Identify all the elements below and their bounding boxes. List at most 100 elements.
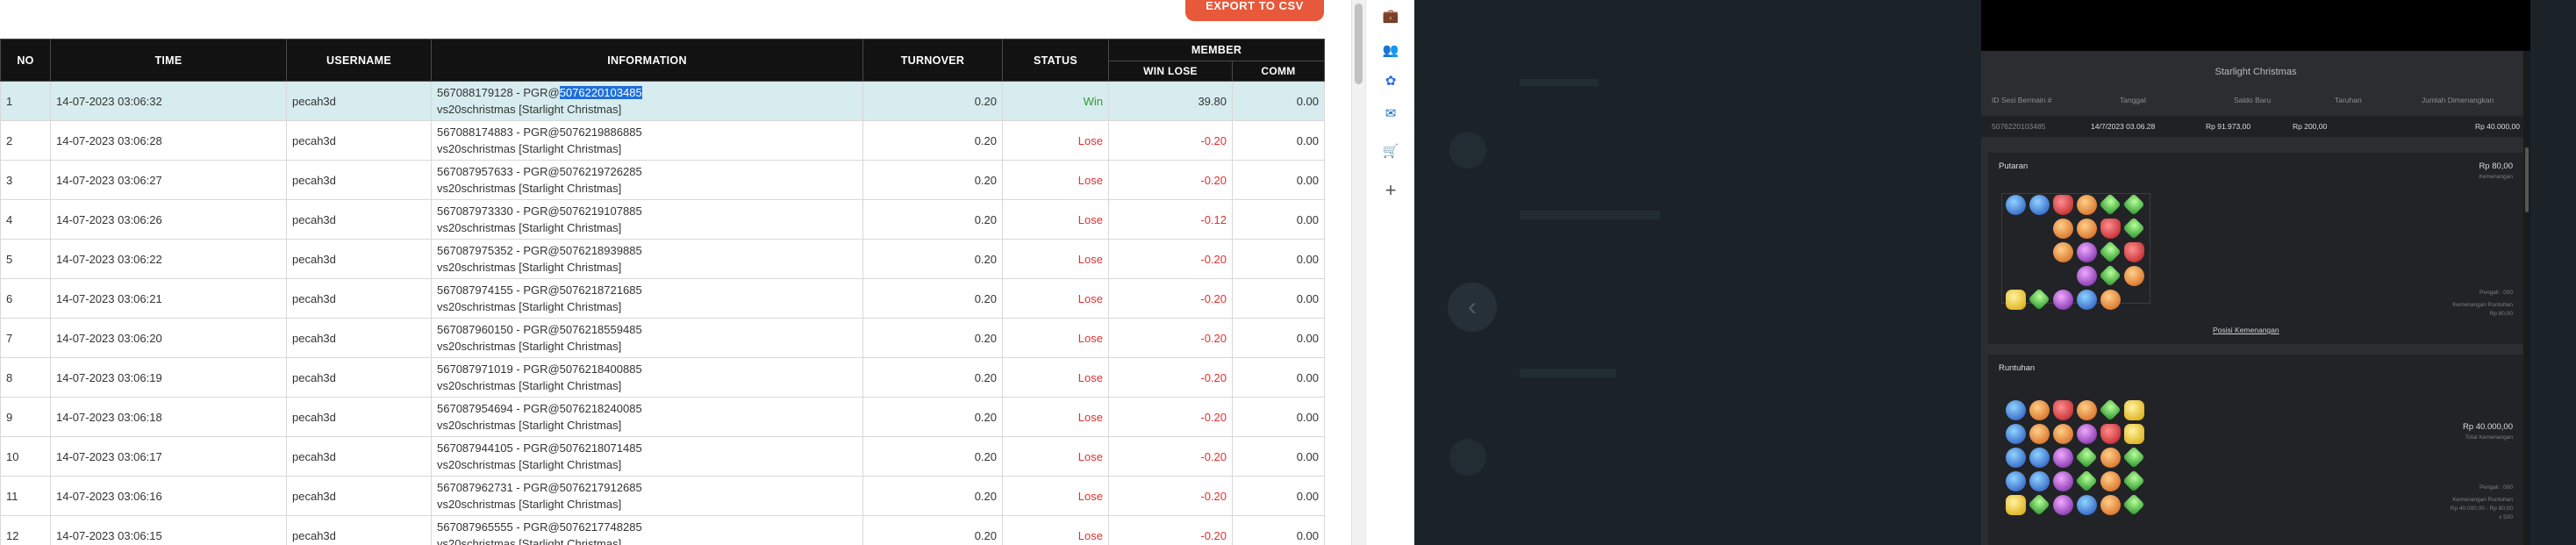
session-id: 5076220103485 (1992, 122, 2046, 131)
cell-turnover: 0.20 (862, 199, 1003, 240)
info-transaction-text: 567087965555 - PGR@5076217748285 (437, 520, 642, 534)
gem-symbol-icon (2077, 242, 2097, 262)
bet-report-table: NO TIME USERNAME INFORMATION TURNOVER ST… (0, 38, 1326, 545)
cell-status: Lose (1002, 476, 1109, 516)
spin-title: Putaran (1999, 161, 2029, 171)
cell-information: 567088174883 - PGR@5076219886885 vs20schr… (431, 120, 863, 161)
col-date: Tanggal (2120, 96, 2146, 104)
background-placeholder (1520, 79, 1599, 86)
modal-scrollbar[interactable] (2523, 51, 2530, 545)
table-row[interactable]: 9 14-07-2023 03:06:18 pecah3d 567087954694 … (0, 397, 1326, 437)
gem-symbol-icon (2122, 470, 2145, 492)
sidebar-rail: 💼 👥 ✿ ✉ 🛒 + (1365, 0, 1414, 545)
spin-amount: Rp 80,00 (2479, 161, 2513, 171)
outlook-icon[interactable]: ✉ (1382, 104, 1399, 122)
cell-comm: 0.00 (1231, 357, 1326, 398)
game-title: Starlight Christmas (2215, 67, 2297, 77)
gem-symbol-icon (2122, 193, 2145, 216)
info-game: vs20schristmas [Starlight Christmas] (437, 379, 622, 392)
gem-symbol-icon (2075, 470, 2098, 492)
cell-no: 2 (0, 120, 51, 161)
info-game: vs20schristmas [Starlight Christmas] (437, 103, 622, 116)
back-arrow-icon[interactable]: ‹ (1448, 283, 1497, 332)
cell-username: pecah3d (286, 515, 432, 545)
gem-symbol-icon (2100, 448, 2121, 468)
gem-symbol-icon (2053, 242, 2073, 262)
cell-information: 567087975352 - PGR@5076218939885 vs20schr… (431, 239, 863, 279)
gem-symbol-icon (2029, 219, 2050, 239)
cell-username: pecah3d (286, 199, 432, 240)
gem-symbol-icon (2006, 290, 2026, 310)
tumble-section: Runtuhan Rp 40.000,00 Total Kemenangan P… (1988, 355, 2523, 545)
gem-symbol-icon (2124, 266, 2144, 286)
table-row[interactable]: 12 14-07-2023 03:06:15 pecah3d 567087965555… (0, 515, 1326, 545)
gem-symbol-icon (2006, 495, 2026, 515)
cell-win-lose: -0.20 (1108, 436, 1233, 477)
cell-time: 14-07-2023 03:06:21 (50, 278, 287, 319)
report-scrollbar-thumb[interactable] (1355, 4, 1363, 84)
shopping-icon[interactable]: 🛒 (1382, 142, 1399, 160)
col-header-status[interactable]: STATUS (1002, 39, 1109, 82)
cell-status: Lose (1002, 515, 1109, 545)
gem-symbol-icon (2124, 400, 2144, 420)
cell-turnover: 0.20 (862, 160, 1003, 200)
table-row[interactable]: 7 14-07-2023 03:06:20 pecah3d 567087960150 … (0, 318, 1326, 358)
cell-time: 14-07-2023 03:06:32 (50, 81, 287, 121)
report-scrollbar[interactable] (1351, 0, 1365, 545)
table-row[interactable]: 1 14-07-2023 03:06:32 pecah3d 567088179128 … (0, 81, 1326, 121)
table-row[interactable]: 3 14-07-2023 03:06:27 pecah3d 567087957633 … (0, 160, 1326, 200)
table-row[interactable]: 6 14-07-2023 03:06:21 pecah3d 567087974155 … (0, 278, 1326, 319)
table-row[interactable]: 10 14-07-2023 03:06:17 pecah3d 567087944105… (0, 436, 1326, 477)
tumble-multiplier: Pengali : 000 (2479, 484, 2513, 491)
spin-cascade-value: Rp 80,00 (2489, 311, 2513, 317)
gem-symbol-icon (2053, 195, 2073, 215)
export-csv-button[interactable]: EXPORT TO CSV (1185, 0, 1324, 21)
info-game: vs20schristmas [Starlight Christmas] (437, 182, 622, 195)
cell-win-lose: -0.20 (1108, 515, 1233, 545)
info-transaction-text: 567087954694 - PGR@5076218240085 (437, 402, 642, 415)
cell-time: 14-07-2023 03:06:27 (50, 160, 287, 200)
gem-symbol-icon (2122, 493, 2145, 516)
gem-symbol-icon (2053, 400, 2073, 420)
col-header-win-lose[interactable]: WIN LOSE (1108, 61, 1233, 82)
cell-comm: 0.00 (1231, 278, 1326, 319)
cell-turnover: 0.20 (862, 515, 1003, 545)
table-row[interactable]: 5 14-07-2023 03:06:22 pecah3d 567087975352 … (0, 239, 1326, 279)
people-icon[interactable]: 👥 (1382, 41, 1399, 59)
gem-symbol-icon (2124, 424, 2144, 444)
col-header-no[interactable]: NO (0, 39, 51, 82)
table-row[interactable]: 8 14-07-2023 03:06:19 pecah3d 567087971019 … (0, 357, 1326, 398)
cell-no: 4 (0, 199, 51, 240)
winning-positions-link[interactable]: Posisi Kemenangan (2213, 326, 2279, 334)
info-transaction-text: 567088179128 - PGR@ (437, 86, 560, 99)
copilot-icon[interactable]: ✿ (1382, 72, 1399, 90)
plus-icon[interactable]: + (1382, 179, 1399, 201)
table-row[interactable]: 11 14-07-2023 03:06:16 pecah3d 567087962731… (0, 476, 1326, 516)
col-header-time[interactable]: TIME (50, 39, 287, 82)
gem-symbol-icon (2122, 446, 2145, 469)
gem-symbol-icon (2006, 424, 2026, 444)
info-transaction-text: 567087960150 - PGR@5076218559485 (437, 323, 642, 336)
cell-comm: 0.00 (1231, 436, 1326, 477)
history-row[interactable]: 5076220103485 14/7/2023 03.06.28 Rp 91.9… (1981, 116, 2530, 137)
table-row[interactable]: 2 14-07-2023 03:06:28 pecah3d 567088174883 … (0, 120, 1326, 161)
gem-symbol-icon (2053, 448, 2073, 468)
col-header-turnover[interactable]: TURNOVER (862, 39, 1003, 82)
cell-information: 567088179128 - PGR@5076220103485 vs20schr… (431, 81, 863, 121)
cell-no: 9 (0, 397, 51, 437)
cell-no: 1 (0, 81, 51, 121)
gem-symbol-icon (2006, 195, 2026, 215)
info-transaction: 567087954694 - PGR@5076218240085 (437, 400, 857, 417)
table-row[interactable]: 4 14-07-2023 03:06:26 pecah3d 567087973330 … (0, 199, 1326, 240)
gem-symbol-icon (2029, 266, 2050, 286)
cell-no: 3 (0, 160, 51, 200)
col-header-comm[interactable]: COMM (1231, 61, 1326, 82)
briefcase-icon[interactable]: 💼 (1382, 7, 1399, 25)
col-header-username[interactable]: USERNAME (286, 39, 432, 82)
col-header-information[interactable]: INFORMATION (431, 39, 863, 82)
cell-time: 14-07-2023 03:06:16 (50, 476, 287, 516)
info-game: vs20schristmas [Starlight Christmas] (437, 498, 622, 511)
modal-scrollbar-thumb[interactable] (2525, 147, 2529, 212)
info-transaction: 567087974155 - PGR@5076218721685 (437, 282, 857, 298)
spin-reel-grid (2006, 193, 2145, 311)
